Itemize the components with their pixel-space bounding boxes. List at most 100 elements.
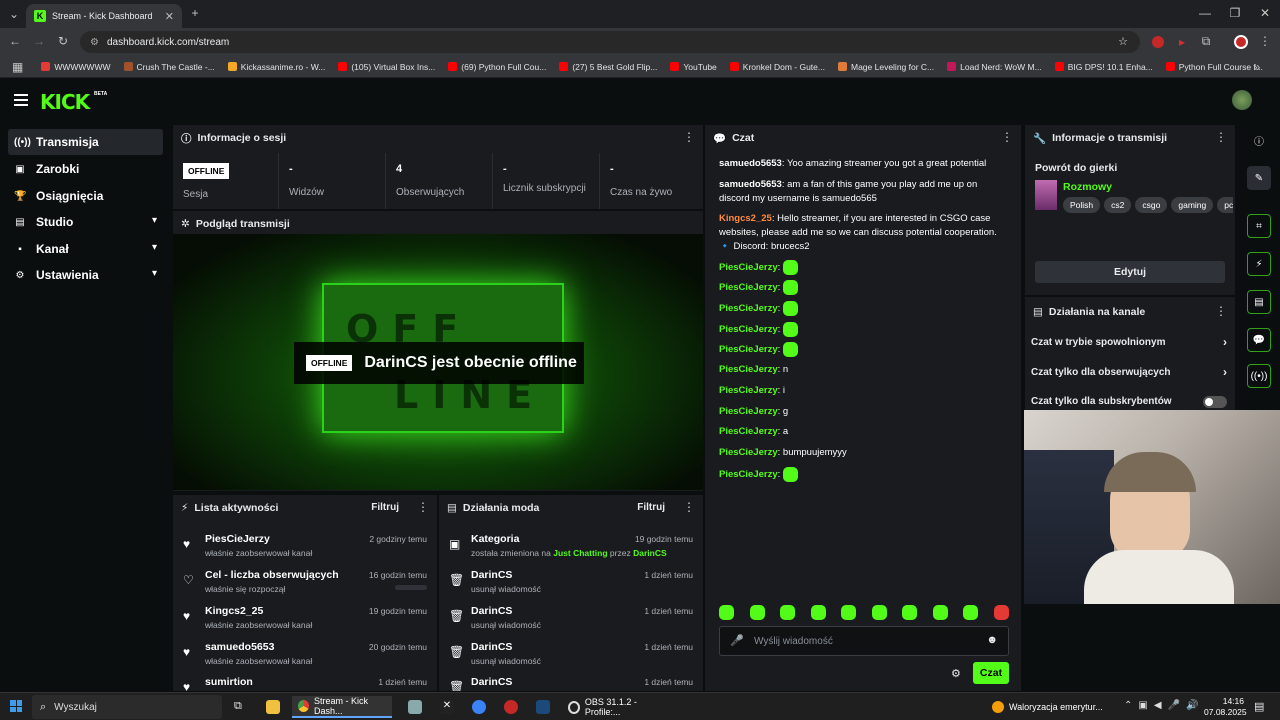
- emote-icon[interactable]: [841, 605, 857, 620]
- followers-only-item[interactable]: Czat tylko dla obserwujących ›: [1031, 365, 1231, 379]
- bookmark-item[interactable]: Load Nerd: WoW M...: [947, 62, 1042, 72]
- bookmark-item[interactable]: (27) 5 Best Gold Flip...: [559, 62, 657, 72]
- info-rail-icon[interactable]: ⓘ: [1247, 128, 1271, 152]
- bookmark-star-icon[interactable]: ☆: [1118, 35, 1128, 48]
- browser-menu-icon[interactable]: ⋮: [1259, 34, 1271, 48]
- sidebar-item-studio[interactable]: ▤ Studio ▾: [8, 209, 163, 235]
- bookmark-item[interactable]: Crush The Castle -...: [123, 62, 215, 72]
- apps-grid-icon[interactable]: ▦: [12, 60, 23, 74]
- slow-mode-item[interactable]: Czat w trybie spowolnionym ›: [1031, 335, 1231, 349]
- emote-icon[interactable]: [719, 605, 734, 620]
- bookmark-item[interactable]: Mage Leveling for C...: [837, 62, 934, 72]
- user-link[interactable]: DarinCS: [633, 548, 667, 558]
- taskbar-news[interactable]: Waloryzacja emerytur...: [992, 696, 1112, 718]
- chat-username[interactable]: PiesCieJerzy: [719, 324, 778, 335]
- chat-username[interactable]: PiesCieJerzy: [719, 385, 778, 396]
- emote-icon[interactable]: [932, 605, 948, 620]
- clipboard-icon[interactable]: ▤: [1247, 290, 1271, 314]
- bookmark-item[interactable]: YouTube: [670, 62, 717, 72]
- tab-search-icon[interactable]: ⌄: [6, 6, 22, 22]
- chat-username[interactable]: PiesCieJerzy: [719, 282, 778, 293]
- emote-icon[interactable]: [993, 605, 1009, 620]
- more-options-icon[interactable]: ⋮: [683, 131, 695, 143]
- extension-icon[interactable]: [1152, 36, 1164, 48]
- chat-username[interactable]: samuedo5653: [719, 158, 782, 169]
- bookmark-item[interactable]: (69) Python Full Cou...: [448, 62, 546, 72]
- sidebar-item-osiagniecia[interactable]: 🏆 Osiągnięcia: [8, 183, 163, 209]
- more-options-icon[interactable]: ⋮: [417, 501, 429, 513]
- taskbar-search[interactable]: ⌕ Wyszukaj: [32, 695, 222, 719]
- microphone-icon[interactable]: 🎤: [730, 634, 744, 647]
- bookmark-item[interactable]: Kickassanime.ro - W...: [227, 62, 325, 72]
- sidebar-item-ustawienia[interactable]: ⚙ Ustawienia ▾: [8, 262, 163, 288]
- app-blue-icon[interactable]: [472, 700, 486, 714]
- sidebar-item-kanal[interactable]: ▪ Kanał ▾: [8, 236, 163, 262]
- close-window-icon[interactable]: ✕: [1258, 6, 1272, 20]
- category-name[interactable]: Rozmowy: [1063, 181, 1112, 193]
- address-bar[interactable]: ⚙ dashboard.kick.com/stream ☆: [80, 31, 1140, 53]
- task-view-icon[interactable]: ⧉: [234, 700, 242, 713]
- edit-button[interactable]: Edytuj: [1035, 261, 1225, 283]
- chat-username[interactable]: PiesCieJerzy: [719, 303, 778, 314]
- more-options-icon[interactable]: ⋮: [1215, 131, 1227, 143]
- subs-only-item[interactable]: Czat tylko dla subskrybentów: [1031, 396, 1231, 408]
- lightning-icon[interactable]: ⚡: [1247, 252, 1271, 276]
- edit-pencil-icon[interactable]: ✎: [1247, 166, 1271, 190]
- tray-icons[interactable]: ⌃▣◀🎤🔊: [1124, 700, 1204, 711]
- more-options-icon[interactable]: ⋮: [1001, 131, 1013, 143]
- chat-username[interactable]: PiesCieJerzy: [719, 364, 778, 375]
- chat-send-button[interactable]: Czat: [973, 662, 1009, 684]
- capcut-icon[interactable]: ✕: [440, 700, 454, 714]
- chat-username[interactable]: samuedo5653: [719, 179, 782, 190]
- new-tab-icon[interactable]: +: [188, 6, 202, 20]
- bookmark-item[interactable]: (105) Virtual Box Ins...: [338, 62, 435, 72]
- site-info-icon[interactable]: ⚙: [90, 37, 99, 48]
- sidebar-item-transmisja[interactable]: ((•)) Transmisja: [8, 129, 163, 155]
- chat-input[interactable]: 🎤 Wyślij wiadomość ☻: [719, 626, 1009, 656]
- chat-username[interactable]: PiesCieJerzy: [719, 262, 778, 273]
- notifications-icon[interactable]: ▤: [1254, 700, 1264, 713]
- bookmark-item[interactable]: WWWWWWW: [41, 62, 111, 72]
- activity-filter-button[interactable]: Filtruj: [371, 502, 399, 513]
- sidebar-item-zarobki[interactable]: ▣ Zarobki: [8, 156, 163, 182]
- user-avatar[interactable]: [1232, 90, 1252, 110]
- mod-filter-button[interactable]: Filtruj: [637, 502, 665, 513]
- chat-username[interactable]: PiesCieJerzy: [719, 406, 778, 417]
- broadcast-rail-icon[interactable]: ((•)): [1247, 364, 1271, 388]
- app-icon[interactable]: [408, 700, 422, 714]
- forward-icon[interactable]: →: [32, 34, 46, 48]
- restore-icon[interactable]: ❐: [1228, 6, 1242, 20]
- more-bookmarks-icon[interactable]: »: [1252, 60, 1262, 74]
- bookmark-item[interactable]: Kronkel Dom - Gute...: [729, 62, 825, 72]
- chat-bubble-icon[interactable]: 💬: [1247, 328, 1271, 352]
- scan-icon[interactable]: ⌗: [1247, 214, 1271, 238]
- profile-avatar[interactable]: [1234, 35, 1248, 49]
- category-link[interactable]: Just Chatting: [553, 548, 607, 558]
- bookmark-item[interactable]: Python Full Course f...: [1165, 62, 1263, 72]
- minimize-icon[interactable]: —: [1198, 6, 1212, 20]
- chat-username[interactable]: PiesCieJerzy: [719, 469, 778, 480]
- more-options-icon[interactable]: ⋮: [683, 501, 695, 513]
- subs-only-toggle[interactable]: [1203, 396, 1227, 408]
- bookmark-item[interactable]: BIG DPS! 10.1 Enha...: [1054, 62, 1153, 72]
- emote-icon[interactable]: [871, 605, 887, 620]
- chat-username[interactable]: PiesCieJerzy: [719, 447, 778, 458]
- clock[interactable]: 14:16 07.08.2025: [1204, 696, 1247, 718]
- emote-icon[interactable]: [810, 605, 826, 620]
- chat-settings-gear-icon[interactable]: ⚙: [951, 667, 961, 680]
- emoji-icon[interactable]: ☻: [986, 634, 998, 646]
- kick-logo[interactable]: KICK: [40, 90, 90, 114]
- app-red-icon[interactable]: [504, 700, 518, 714]
- reload-icon[interactable]: ↻: [56, 34, 70, 48]
- extensions-puzzle-icon[interactable]: ⧉: [1200, 34, 1212, 48]
- back-icon[interactable]: ←: [8, 34, 22, 48]
- file-explorer-icon[interactable]: [266, 700, 280, 714]
- steam-icon[interactable]: [536, 700, 550, 714]
- browser-tab[interactable]: K Stream - Kick Dashboard ✕: [26, 4, 182, 28]
- emote-icon[interactable]: [780, 605, 796, 620]
- taskbar-chrome[interactable]: Stream - Kick Dash...: [292, 696, 392, 718]
- emote-icon[interactable]: [902, 605, 918, 620]
- chat-username[interactable]: PiesCieJerzy: [719, 426, 778, 437]
- taskbar-obs[interactable]: OBS 31.1.2 - Profile:...: [564, 696, 664, 718]
- more-options-icon[interactable]: ⋮: [1215, 305, 1227, 317]
